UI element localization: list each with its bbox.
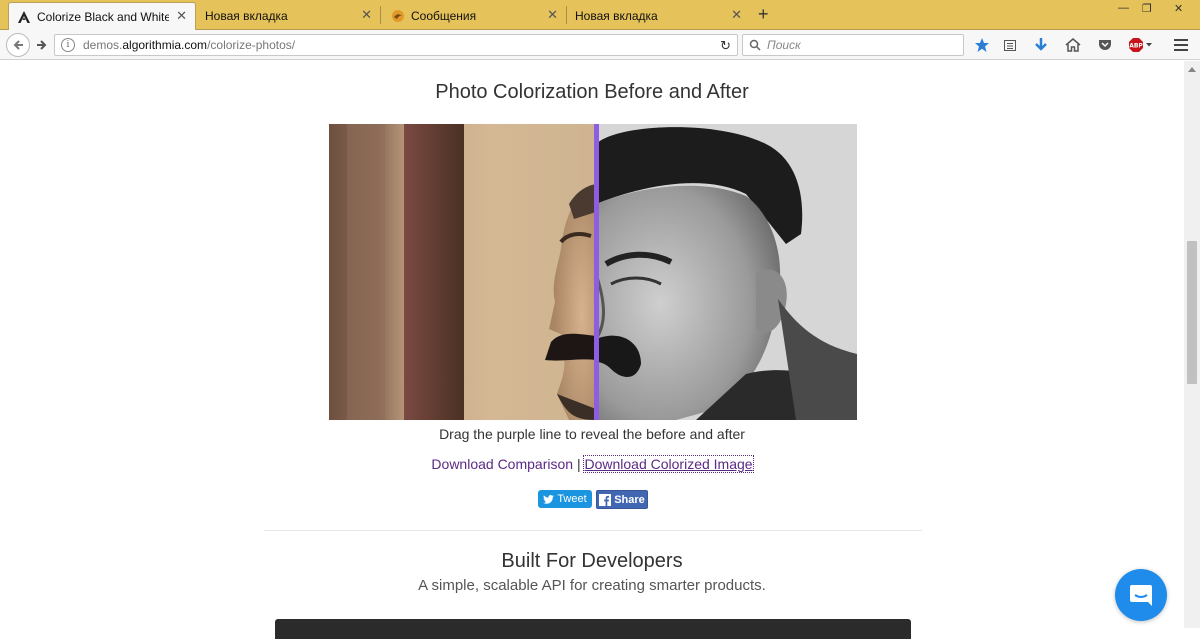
forward-button[interactable] [34,37,50,53]
search-icon [749,39,761,51]
chat-launcher-button[interactable] [1115,569,1167,621]
tab-separator [380,6,381,24]
section-subtitle: A simple, scalable API for creating smar… [418,577,766,594]
bookmark-star-icon[interactable] [973,37,991,53]
download-comparison-link[interactable]: Download Comparison [431,456,573,472]
close-tab-icon[interactable]: ✕ [731,8,742,22]
navigation-bar: i demos.algorithmia.com/colorize-photos/… [0,30,1200,60]
tab-new-2[interactable]: Новая вкладка ✕ [567,2,750,30]
search-placeholder: Поиск [767,38,801,52]
tab-title: Новая вкладка [575,9,658,23]
menu-hamburger-icon[interactable] [1172,37,1190,53]
facebook-icon [599,493,612,506]
arrow-left-icon [13,40,23,50]
web-page: Photo Colorization Before and After Drag… [0,61,1184,639]
minimize-icon[interactable]: — [1118,2,1129,14]
restore-icon[interactable]: ❐ [1142,2,1152,15]
before-after-comparison[interactable] [329,124,857,420]
svg-text:ABP: ABP [1129,43,1143,50]
download-links: Download Comparison | Download Colorized… [0,455,1184,473]
home-icon[interactable] [1064,37,1082,53]
tab-title: Сообщения [411,9,477,23]
tab-new-1[interactable]: Новая вкладка ✕ [197,2,380,30]
site-info-icon[interactable]: i [61,38,75,52]
share-label: Share [614,493,645,506]
facebook-share-button[interactable]: Share [596,490,648,509]
tweet-label: Tweet [557,493,587,505]
tab-title: Colorize Black and White ... [37,9,169,24]
chat-icon [1130,585,1152,606]
download-colorized-link[interactable]: Download Colorized Image [583,455,754,473]
close-tab-icon[interactable]: ✕ [176,9,187,23]
url-path: /colorize-photos/ [207,38,296,52]
section-divider [264,530,922,531]
tab-bar: Colorize Black and White ... ✕ Новая вкл… [0,0,1200,30]
section-title: Built For Developers [501,550,683,572]
link-separator: | [576,456,581,472]
algorithmia-logo-icon [17,10,31,24]
messages-bird-icon [391,9,405,23]
scroll-up-arrow-icon[interactable] [1188,67,1196,72]
adblock-plus-icon[interactable]: ABP [1128,37,1154,53]
bookmarks-list-icon[interactable] [1001,37,1019,53]
url-text[interactable]: demos.algorithmia.com/colorize-photos/ [83,38,295,52]
close-window-icon[interactable]: ✕ [1174,2,1183,15]
colorized-photo [329,124,596,420]
page-heading: Photo Colorization Before and After [435,81,749,103]
back-button[interactable] [6,33,30,57]
close-tab-icon[interactable]: ✕ [361,8,372,22]
pocket-icon[interactable] [1096,37,1114,53]
url-subdomain: demos. [83,38,123,52]
close-tab-icon[interactable]: ✕ [547,8,558,22]
social-share-row: Tweet Share [538,490,648,509]
code-example-panel [275,619,911,639]
url-host: algorithmia.com [122,38,208,52]
reload-icon[interactable]: ↻ [720,38,731,54]
arrow-right-icon [37,40,47,50]
twitter-bird-icon [543,494,555,504]
page-scrollbar[interactable] [1184,61,1200,628]
drag-instruction: Drag the purple line to reveal the befor… [439,426,745,442]
comparison-drag-handle[interactable] [594,124,599,420]
scroll-thumb[interactable] [1187,241,1197,384]
address-bar[interactable]: i demos.algorithmia.com/colorize-photos/… [54,34,738,56]
new-tab-icon[interactable]: + [758,4,769,25]
tab-title: Новая вкладка [205,9,288,23]
download-icon[interactable] [1032,37,1050,53]
original-bw-photo [596,124,857,420]
tab-messages[interactable]: Сообщения ✕ [383,2,566,30]
tweet-button[interactable]: Tweet [538,490,592,508]
tab-colorize[interactable]: Colorize Black and White ... ✕ [8,2,196,30]
search-bar[interactable]: Поиск [742,34,964,56]
